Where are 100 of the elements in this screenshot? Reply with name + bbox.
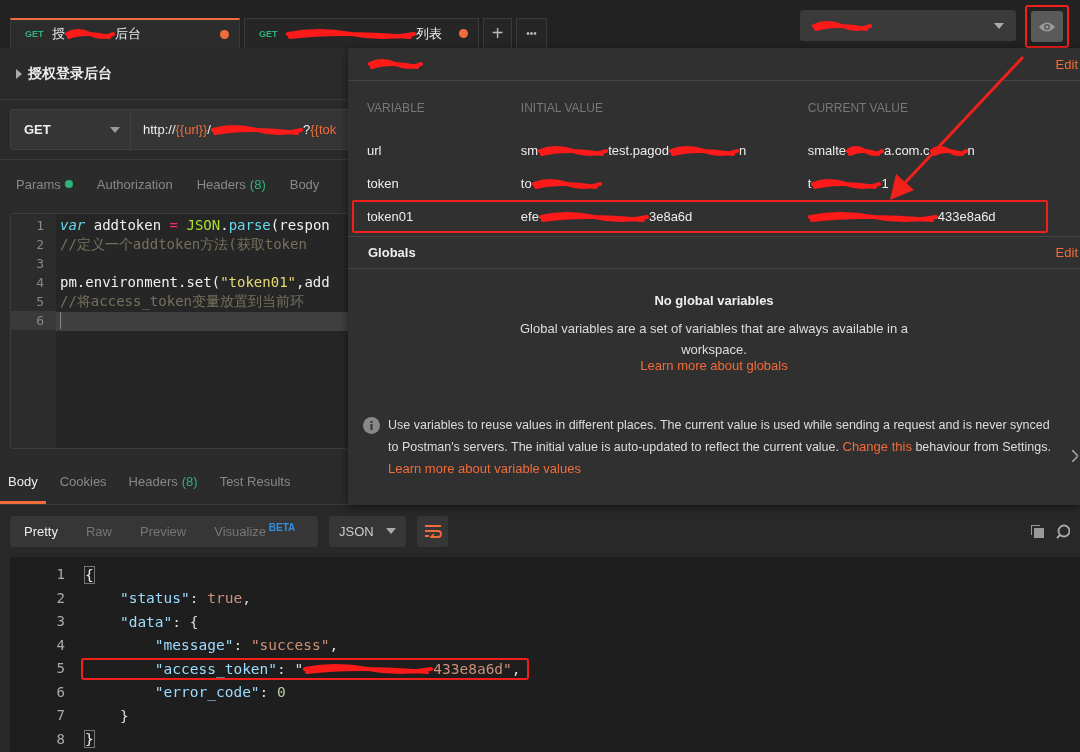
code-text: {: [85, 566, 94, 583]
column-header: VARIABLE: [367, 100, 426, 115]
eye-icon: [1038, 20, 1056, 33]
code-text: ,: [242, 590, 251, 607]
wrap-lines-icon: [423, 524, 442, 538]
code-text: 0: [277, 684, 286, 701]
redaction-scribble: [811, 177, 882, 190]
code-text: :: [259, 684, 270, 701]
line-number: 8: [55, 729, 65, 749]
redaction-scribble: [812, 19, 872, 32]
view-mode-option[interactable]: Raw: [71, 523, 126, 539]
request-tab[interactable]: GET 列表: [244, 18, 479, 48]
code-text: ,: [329, 637, 339, 654]
redaction-scribble: [64, 28, 115, 40]
code-line: var addtoken = JSON.parse(respon: [60, 217, 330, 233]
current-value: a.com.c: [884, 143, 930, 158]
line-number: 5: [35, 293, 45, 311]
chevron-right-icon[interactable]: [1072, 450, 1078, 462]
response-tab[interactable]: Cookies: [51, 462, 115, 504]
caret-icon: [386, 528, 396, 534]
code-text: }: [118, 707, 129, 724]
variable-name: url: [367, 143, 382, 158]
tab-title: 授: [51, 25, 65, 43]
view-mode-option[interactable]: Preview: [126, 523, 201, 539]
request-section-tab[interactable]: Body: [289, 176, 320, 192]
column-header: INITIAL VALUE: [520, 100, 604, 115]
redaction-scribble: [668, 144, 739, 157]
variable-name: token: [367, 176, 399, 191]
request-title: 授权登录后台: [28, 64, 112, 83]
column-header: CURRENT VALUE: [807, 100, 909, 115]
info-text: Use variables to reuse values in different places. The current value is used while sending a request and is never synced to Postman's servers. The initial value is auto-updated to reflect the current value. Change this behaviour from Settings. Learn more about variable values: [388, 417, 1052, 478]
line-number: 7: [55, 706, 65, 725]
text-cursor: [60, 312, 61, 329]
caret-icon: [994, 22, 1004, 29]
view-mode-option[interactable]: Pretty: [10, 523, 72, 539]
wrap-lines-button[interactable]: [417, 515, 448, 547]
response-tab[interactable]: Test Results: [211, 462, 299, 504]
more-button[interactable]: •••: [516, 18, 547, 48]
line-number: 3: [35, 255, 45, 273]
request-section-tab[interactable]: Authorization: [96, 176, 173, 192]
url-field[interactable]: http://{{url}}/ ?{{tok: [131, 109, 348, 150]
edit-link[interactable]: Edit: [1055, 245, 1078, 260]
line-number: 2: [35, 236, 45, 254]
code-text: :: [189, 590, 200, 607]
eye-button[interactable]: [1031, 11, 1063, 42]
environment-select[interactable]: [800, 10, 1016, 41]
tab-title: 列表: [415, 24, 442, 43]
line-number: 1: [35, 217, 45, 235]
initial-value: test.pagod: [608, 143, 669, 158]
variable-name: token01: [367, 209, 414, 224]
method-select[interactable]: GET: [10, 109, 131, 150]
edit-link[interactable]: Edit: [1055, 56, 1078, 72]
info-icon: [363, 417, 380, 434]
current-value: smalte: [807, 143, 847, 158]
redaction-scribble: [538, 144, 609, 157]
code-text: true: [207, 590, 243, 607]
url-text: ?: [303, 122, 311, 137]
initial-value: 3e8a6d: [648, 209, 693, 224]
url-text: {{tok: [310, 122, 337, 137]
learn-more-link[interactable]: Learn more about globals: [640, 358, 788, 373]
initial-value: efe: [520, 209, 539, 224]
request-section-tab[interactable]: Params: [16, 176, 73, 192]
redaction-scribble: [368, 58, 423, 70]
url-text: http://: [143, 122, 176, 137]
code-text: :: [233, 637, 244, 654]
format-select[interactable]: JSON: [329, 515, 406, 547]
line-number: 6: [11, 311, 56, 330]
line-number: 1: [55, 565, 65, 584]
caret-icon[interactable]: [16, 68, 22, 79]
url-text: /: [207, 122, 211, 137]
code-text: }: [85, 731, 94, 748]
code-text: "success": [250, 637, 330, 654]
current-value: 433e8a6d: [937, 209, 996, 224]
view-mode-option[interactable]: Visualize $^{BETA}$: [200, 522, 310, 540]
line-number: 5: [55, 659, 65, 678]
method-label: GET: [25, 29, 44, 39]
redaction-scribble: [531, 177, 602, 190]
current-value: t: [807, 176, 812, 191]
new-tab-button[interactable]: +: [483, 18, 512, 48]
url-text: {{url}}: [175, 122, 208, 137]
initial-value: sm: [520, 143, 539, 158]
search-icon[interactable]: [1056, 523, 1070, 539]
learn-more-link[interactable]: Learn more about variable values: [388, 461, 581, 476]
initial-value: n: [738, 143, 747, 158]
code-text: ,: [511, 660, 521, 677]
line-number: 3: [55, 612, 65, 631]
section-title: Globals: [368, 245, 416, 260]
change-setting-link[interactable]: Change this: [842, 439, 912, 454]
line-number: 6: [55, 682, 65, 702]
response-tab[interactable]: Headers (8): [120, 462, 206, 504]
code-text: "access_token": [153, 660, 278, 677]
request-section-tab[interactable]: Headers (8): [196, 176, 266, 192]
request-tab[interactable]: GET 授 后台: [10, 18, 240, 48]
code-text: : ": [277, 660, 304, 677]
script-editor[interactable]: 1 2 3 4 5 6 var addtoken = JSON.parse(respon //定义一个addtoken方法(获取token pm.environment.set("token01",add //将access_token变量放置到当前环: [10, 213, 348, 449]
empty-description: Global variables are a set of variables that are always available in a workspace.: [518, 320, 909, 359]
code-line: //定义一个addtoken方法(获取token: [60, 236, 307, 252]
copy-icon[interactable]: [1030, 523, 1045, 539]
line-number: 2: [55, 588, 65, 608]
code-text: : {: [172, 613, 199, 630]
